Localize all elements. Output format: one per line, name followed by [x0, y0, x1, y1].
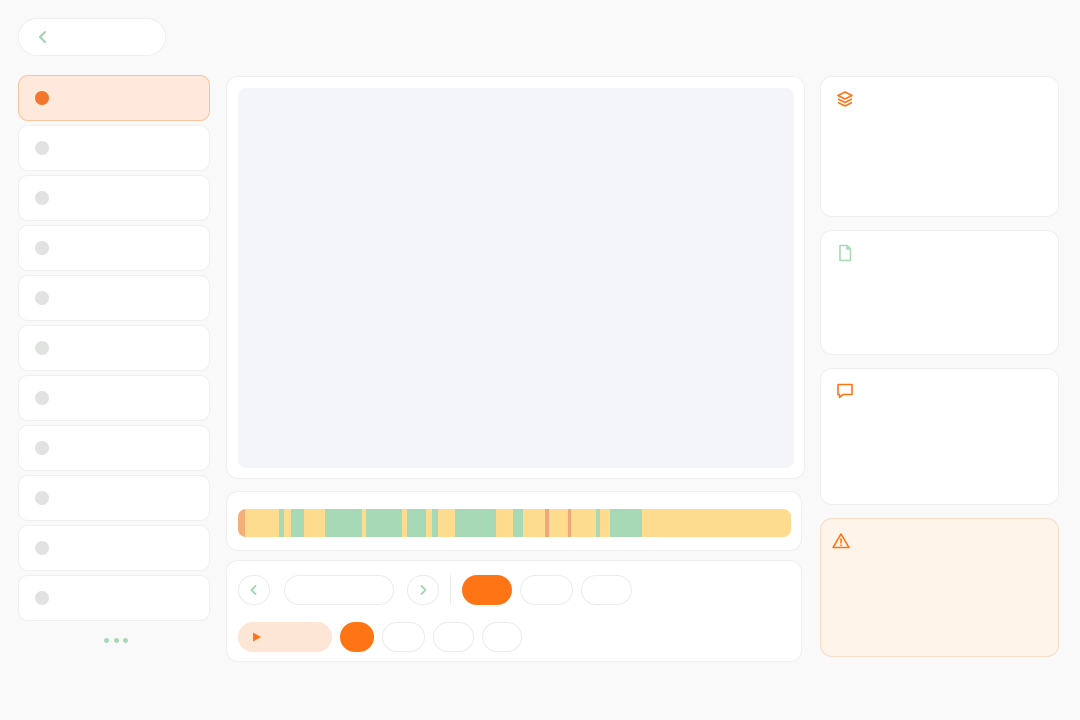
sidebar-item-7[interactable]	[18, 375, 210, 421]
status-dot	[35, 91, 49, 105]
warning-card	[820, 518, 1059, 657]
preview-panel	[226, 76, 805, 479]
status-dot	[35, 441, 49, 455]
sidebar-item-1[interactable]	[18, 75, 210, 121]
preview-canvas[interactable]	[238, 88, 794, 468]
sidebar-item-8[interactable]	[18, 425, 210, 471]
timeline-segment[interactable]	[366, 509, 402, 537]
speed-pill-1[interactable]	[340, 622, 374, 652]
sidebar-item-5[interactable]	[18, 275, 210, 321]
status-dot	[35, 191, 49, 205]
timeline-panel	[226, 491, 802, 551]
timeline-segment[interactable]	[600, 509, 610, 537]
status-dot	[35, 391, 49, 405]
timeline-segment[interactable]	[304, 509, 326, 537]
play-button[interactable]	[238, 622, 332, 652]
timeline-segment[interactable]	[522, 509, 545, 537]
speed-pill-4[interactable]	[482, 622, 522, 652]
timeline-segment[interactable]	[431, 509, 439, 537]
timeline-segment[interactable]	[325, 509, 363, 537]
sidebar-item-9[interactable]	[18, 475, 210, 521]
next-button[interactable]	[407, 575, 439, 605]
status-dot	[35, 541, 49, 555]
status-dot	[35, 591, 49, 605]
timeline-segment[interactable]	[496, 509, 513, 537]
timeline-segment[interactable]	[290, 509, 305, 537]
mode-pill-1[interactable]	[462, 575, 512, 605]
status-dot	[35, 141, 49, 155]
sidebar-item-11[interactable]	[18, 575, 210, 621]
timeline-segment[interactable]	[548, 509, 569, 537]
speed-pill-2[interactable]	[382, 622, 425, 652]
sidebar-item-2[interactable]	[18, 125, 210, 171]
controls-panel	[226, 560, 802, 662]
comments-card	[820, 368, 1059, 505]
layers-icon	[837, 91, 853, 107]
layers-card	[820, 76, 1059, 217]
timeline-segment[interactable]	[438, 509, 455, 537]
mode-pill-2[interactable]	[520, 575, 573, 605]
chevron-left-icon	[39, 31, 46, 43]
mode-pill-3[interactable]	[581, 575, 632, 605]
file-card	[820, 230, 1059, 355]
status-dot	[35, 291, 49, 305]
back-button[interactable]	[18, 18, 166, 56]
sidebar-item-3[interactable]	[18, 175, 210, 221]
status-dot	[35, 491, 49, 505]
timeline-segment[interactable]	[238, 509, 245, 537]
prev-button[interactable]	[238, 575, 270, 605]
frame-field[interactable]	[284, 575, 394, 605]
timeline-segment[interactable]	[512, 509, 523, 537]
chevron-left-icon	[250, 585, 257, 595]
warning-icon	[832, 533, 850, 549]
speed-pill-3[interactable]	[433, 622, 474, 652]
sidebar-item-6[interactable]	[18, 325, 210, 371]
timeline-segment[interactable]	[406, 509, 426, 537]
chevron-right-icon	[420, 585, 427, 595]
file-icon	[839, 244, 852, 262]
toolbar-divider	[450, 575, 451, 605]
timeline-segment[interactable]	[454, 509, 497, 537]
more-horizontal-icon[interactable]	[104, 638, 128, 644]
sidebar	[18, 75, 210, 625]
sidebar-item-4[interactable]	[18, 225, 210, 271]
status-dot	[35, 341, 49, 355]
status-dot	[35, 241, 49, 255]
timeline-segment[interactable]	[641, 509, 791, 537]
timeline-track[interactable]	[238, 509, 791, 537]
play-icon	[253, 632, 261, 642]
sidebar-item-10[interactable]	[18, 525, 210, 571]
message-icon	[837, 383, 853, 399]
timeline-segment[interactable]	[571, 509, 597, 537]
timeline-segment[interactable]	[609, 509, 642, 537]
timeline-segment[interactable]	[244, 509, 280, 537]
